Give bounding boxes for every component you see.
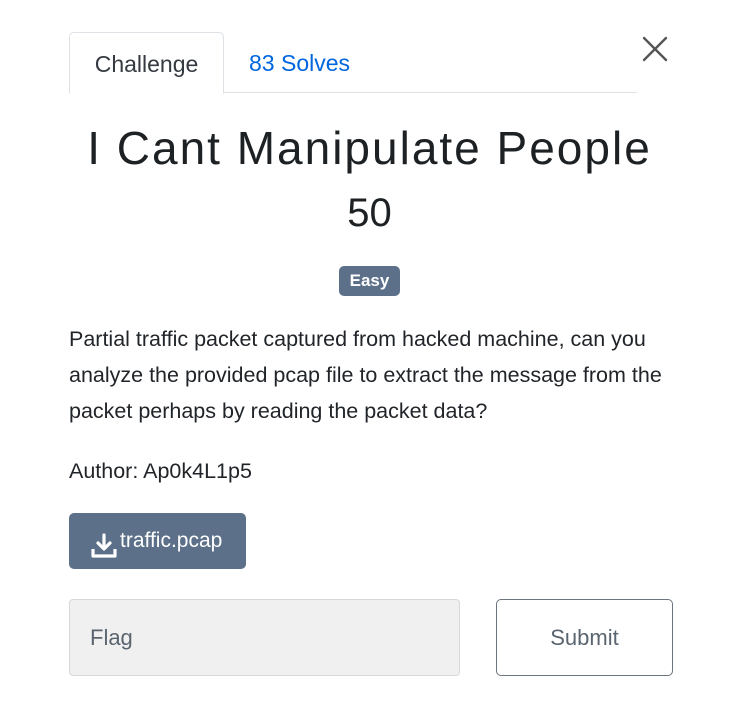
challenge-description: Partial traffic packet captured from hac… <box>69 327 662 423</box>
modal-tabs: Challenge 83 Solves <box>69 32 637 94</box>
download-file-label: traffic.pcap <box>120 529 223 552</box>
challenge-modal: Challenge 83 Solves I Cant Manipulate Pe… <box>0 0 739 702</box>
flag-input[interactable] <box>69 599 460 676</box>
difficulty-badge: Easy <box>338 266 401 296</box>
tab-challenge[interactable]: Challenge <box>69 32 224 94</box>
close-icon[interactable] <box>640 34 670 64</box>
challenge-author: Author: Ap0k4L1p5 <box>69 459 252 483</box>
challenge-points: 50 <box>347 191 392 235</box>
download-icon <box>91 525 117 559</box>
submit-button[interactable]: Submit <box>496 599 673 676</box>
badge-container: Easy <box>0 266 739 296</box>
challenge-title: I Cant Manipulate People <box>87 122 652 174</box>
download-file-button[interactable]: traffic.pcap <box>69 513 246 569</box>
tab-solves[interactable]: 83 Solves <box>224 32 350 94</box>
